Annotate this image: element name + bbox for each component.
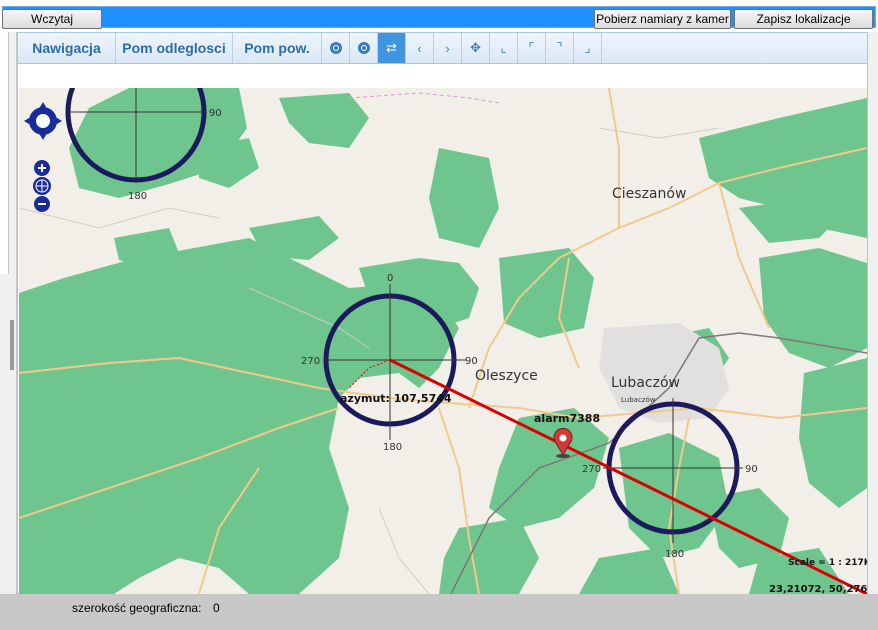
corner-top-left-icon[interactable]: ⌜: [518, 33, 546, 63]
tab-nawigacja[interactable]: Nawigacja: [18, 33, 116, 63]
latitude-value: 0: [213, 601, 220, 615]
compass-o-east: 90: [465, 356, 478, 367]
coordinates-label: 23,21072, 50,27673: [769, 584, 867, 594]
place-label-cieszanow: Cieszanów: [612, 186, 686, 202]
compass-l-south: 180: [665, 549, 684, 560]
compass-o-west: 270: [301, 356, 320, 367]
swap-arrows-icon[interactable]: ⇄: [378, 33, 406, 63]
latitude-label: szerokość geograficzna:: [72, 601, 202, 615]
corner-bottom-left-icon[interactable]: ⌞: [490, 33, 518, 63]
compass-tl-south: 180: [128, 191, 147, 202]
compass-l-east: 90: [745, 464, 758, 475]
map-panel: Nawigacja Pom odleglosci Pom pow. ⇄ ‹ › …: [17, 32, 868, 594]
left-side-list: [0, 32, 9, 274]
compass-o-north: 0: [387, 273, 393, 284]
corner-bottom-right-icon[interactable]: ⌟: [574, 33, 602, 63]
map-canvas[interactable]: Cieszanów Oleszyce Lubaczów Lubaczów azy…: [19, 88, 867, 594]
corner-top-right-icon[interactable]: ⌝: [546, 33, 574, 63]
top-bar: Wczytaj Pobierz namiary z kamer Zapisz l…: [0, 0, 878, 32]
left-side-panel: [0, 32, 17, 594]
place-label-oleszyce: Oleszyce: [475, 368, 538, 384]
compass-tl-east: 90: [209, 108, 222, 119]
place-label-lubaczow-small: Lubaczów: [621, 396, 656, 404]
map-toolbar: Nawigacja Pom odleglosci Pom pow. ⇄ ‹ › …: [18, 33, 867, 64]
zoom-in-icon[interactable]: [322, 33, 350, 63]
scale-label: Scale = 1 : 217K: [788, 558, 867, 568]
status-bar: szerokość geograficzna: 0: [0, 594, 878, 630]
tab-pom-pow[interactable]: Pom pow.: [233, 33, 322, 63]
right-margin: [868, 32, 878, 594]
move-icon[interactable]: ✥: [462, 33, 490, 63]
map-view[interactable]: Cieszanów Oleszyce Lubaczów Lubaczów azy…: [19, 88, 867, 594]
save-location-button[interactable]: Zapisz lokalizacje: [734, 9, 873, 29]
place-label-lubaczow: Lubaczów: [611, 375, 680, 391]
splitter-handle[interactable]: [10, 320, 14, 370]
tab-pom-odleglosci[interactable]: Pom odleglosci: [116, 33, 233, 63]
camera-bearings-button[interactable]: Pobierz namiary z kamer: [594, 9, 731, 29]
zoom-control[interactable]: [33, 160, 51, 212]
bearing-label: azymut: 107,5744: [340, 392, 452, 405]
arrow-left-icon[interactable]: ‹: [406, 33, 434, 63]
compass-o-south: 180: [383, 442, 402, 453]
alarm-label: alarm7388: [534, 412, 600, 425]
load-button[interactable]: Wczytaj: [2, 9, 102, 29]
zoom-out-icon[interactable]: [350, 33, 378, 63]
compass-l-west: 270: [582, 464, 601, 475]
arrow-right-icon[interactable]: ›: [434, 33, 462, 63]
